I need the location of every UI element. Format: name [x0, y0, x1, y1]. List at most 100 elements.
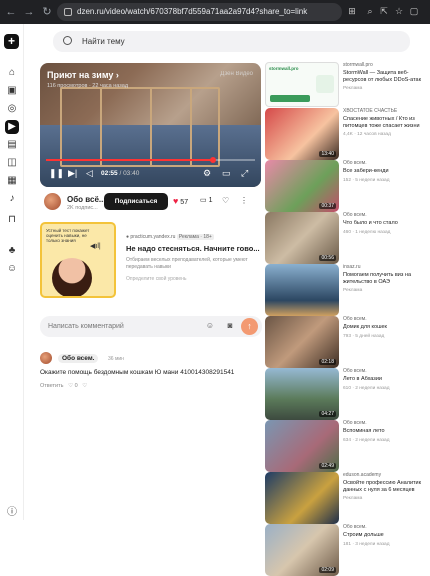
heart-icon[interactable]: ♡ [68, 383, 73, 389]
video-thumbnail[interactable]: 04:27 [265, 368, 339, 420]
kids-icon[interactable]: ☺ [5, 262, 19, 276]
ad-banner[interactable]: Устный тест покажет оценить навыки, не т… [40, 222, 261, 298]
card-source[interactable]: Обо всем. [343, 212, 425, 218]
gallery-icon[interactable]: ▦ [5, 174, 19, 188]
sidebar-card[interactable]: 02:18 Обо всем. Домик для кошек 793 · 5 дне… [265, 316, 427, 368]
avatar[interactable] [40, 352, 52, 364]
zoom-icon[interactable]: ⌕ [364, 5, 376, 17]
time-display: 02:55 / 03:40 [101, 170, 140, 177]
share-icon[interactable]: ⇱ [378, 5, 390, 17]
comment-input[interactable]: Написать комментарий ☺ ◙ [40, 316, 262, 337]
games-icon[interactable]: ♣ [5, 244, 19, 258]
card-title[interactable]: Спасение животных / Кто из питомцев тоже… [343, 116, 425, 129]
video-frame-bar [100, 87, 102, 167]
news-icon[interactable]: ▣ [5, 84, 19, 98]
comment-text: Окажите помощь бездомным кошкам Ю мани 4… [40, 369, 235, 376]
settings-icon[interactable]: ⚙ [203, 168, 211, 179]
chat-icon[interactable]: ◫ [5, 156, 19, 170]
dislike-icon[interactable]: ♡ [222, 196, 229, 205]
sidebar-card[interactable]: stormwall.pro stormwall.pro StormWall — За… [265, 62, 427, 114]
next-icon[interactable]: ▶| [68, 168, 77, 179]
pause-icon[interactable]: ❚❚ [49, 168, 64, 179]
card-source[interactable]: eduson.academy [343, 472, 425, 478]
create-plus-icon[interactable]: + [4, 34, 19, 49]
video-thumbnail[interactable]: 00:37 [265, 160, 339, 212]
video-title[interactable]: Приют на зиму › [47, 70, 119, 80]
progress-bar[interactable] [46, 157, 255, 163]
camera-icon[interactable]: ◙ [225, 321, 235, 331]
translate-icon[interactable]: ⊞ [346, 5, 358, 17]
browser-toolbar: ← → ↻ dzen.ru/video/watch/670378bf7d559a… [0, 0, 430, 24]
address-bar[interactable]: dzen.ru/video/watch/670378bf7d559a71aa2a… [57, 3, 342, 21]
video-thumbnail[interactable]: 13:40 [265, 108, 339, 160]
music-icon[interactable]: ♪ [5, 192, 19, 206]
home-icon[interactable]: ⌂ [5, 66, 19, 80]
card-title[interactable]: Вспоминая лето [343, 428, 425, 435]
card-title[interactable]: Помогаем получить виз на жительство в ОА… [343, 272, 425, 285]
sidebar-card[interactable]: insaz.ru Помогаем получить виз на жительс… [265, 264, 427, 316]
pip-icon[interactable]: ▭ [222, 168, 231, 179]
sidebar-card[interactable]: 13:40 ХВОСТАТОЕ СЧАСТЬЕ Спасение животных … [265, 108, 427, 160]
card-source[interactable]: Обо всем. [343, 420, 425, 426]
channel-name[interactable]: Обо всё... [67, 195, 106, 204]
back-icon[interactable]: ← [2, 0, 20, 24]
card-stats: 610 · 2 недели назад [343, 385, 390, 391]
emoji-icon[interactable]: ☺ [205, 321, 215, 331]
ad-link[interactable]: Определите свой уровень [126, 276, 187, 282]
comment-author[interactable]: Обо всем. [58, 354, 99, 363]
saved-icon[interactable]: ⊓ [5, 213, 19, 227]
dislike-icon[interactable]: ♡ [82, 383, 87, 389]
card-title[interactable]: Строим дольше [343, 532, 425, 539]
video-icon[interactable]: ▶ [5, 120, 19, 134]
video-thumbnail[interactable]: 02:09 [265, 524, 339, 576]
forward-icon[interactable]: → [20, 0, 38, 24]
card-title[interactable]: Все забери-кенди [343, 168, 425, 175]
sidebar-card[interactable]: eduson.academy Освойте профессию Аналитик… [265, 472, 427, 524]
like-button[interactable]: ♥ 57 [173, 196, 188, 206]
sidebar-card[interactable]: 04:27 Обо всем. Лето в Абхазии 610 · 2 неде… [265, 368, 427, 420]
video-player[interactable]: Приют на зиму › 116 просмотров · 22 часа… [40, 63, 261, 187]
reply-button[interactable]: Ответить [40, 383, 64, 389]
video-thumbnail[interactable]: 00:56 [265, 212, 339, 264]
comments-button[interactable]: ▭ 1 [200, 196, 212, 204]
video-thumbnail[interactable] [265, 264, 339, 316]
fullscreen-icon[interactable]: ⤢ [241, 168, 248, 179]
extensions-icon[interactable]: ▢ [408, 5, 420, 17]
video-thumbnail[interactable]: 02:49 [265, 420, 339, 472]
volume-icon[interactable]: ◁ [86, 168, 93, 179]
card-title[interactable]: StormWall — Защита веб-ресурсов от любых… [343, 70, 425, 83]
search-placeholder: Найти тему [82, 37, 125, 46]
more-icon[interactable]: ⋮ [240, 196, 248, 205]
url-text: dzen.ru/video/watch/670378bf7d559a71aa2a… [77, 7, 308, 16]
search-bar[interactable]: Найти тему [53, 31, 410, 52]
card-title[interactable]: Домик для кошек [343, 324, 425, 331]
card-source[interactable]: Обо всем. [343, 524, 425, 530]
video-thumbnail[interactable] [265, 472, 339, 524]
card-source[interactable]: Обо всем. [343, 160, 425, 166]
ad-title[interactable]: Не надо стесняться. Начните гово... [126, 244, 260, 253]
ad-thumbnail[interactable]: Устный тест покажет оценить навыки, не т… [40, 222, 116, 298]
reload-icon[interactable]: ↻ [38, 0, 56, 24]
card-title[interactable]: Лето в Абхазии [343, 376, 425, 383]
ad-thumbnail[interactable]: stormwall.pro [265, 62, 339, 107]
send-button[interactable]: ↑ [241, 318, 258, 335]
sidebar-card[interactable]: 00:37 Обо всем. Все забери-кенди 152 · 5 не… [265, 160, 427, 212]
site-info-icon[interactable] [64, 8, 72, 16]
subscribe-button[interactable]: Подписаться [104, 193, 168, 210]
card-source[interactable]: Обо всем. [343, 316, 425, 322]
explore-icon[interactable]: ◎ [5, 102, 19, 116]
card-title[interactable]: Освойте профессию Аналитик данных с нуля… [343, 480, 425, 493]
info-icon[interactable]: ⓘ [5, 506, 19, 520]
sidebar-card[interactable]: 02:09 Обо всем. Строим дольше 181 · 3 недел… [265, 524, 427, 576]
card-source[interactable]: insaz.ru [343, 264, 425, 270]
card-source[interactable]: Обо всем. [343, 368, 425, 374]
channel-avatar[interactable] [44, 193, 61, 210]
bookmark-star-icon[interactable]: ☆ [393, 5, 405, 17]
sidebar-card[interactable]: 02:49 Обо всем. Вспоминая лето 634 · 2 неде… [265, 420, 427, 472]
card-title[interactable]: Что было и что стало [343, 220, 425, 227]
sidebar-card[interactable]: 00:56 Обо всем. Что было и что стало 460 · … [265, 212, 427, 264]
articles-icon[interactable]: ▤ [5, 138, 19, 152]
card-source[interactable]: ХВОСТАТОЕ СЧАСТЬЕ [343, 108, 425, 114]
card-source[interactable]: stormwall.pro [343, 62, 425, 68]
video-thumbnail[interactable]: 02:18 [265, 316, 339, 368]
